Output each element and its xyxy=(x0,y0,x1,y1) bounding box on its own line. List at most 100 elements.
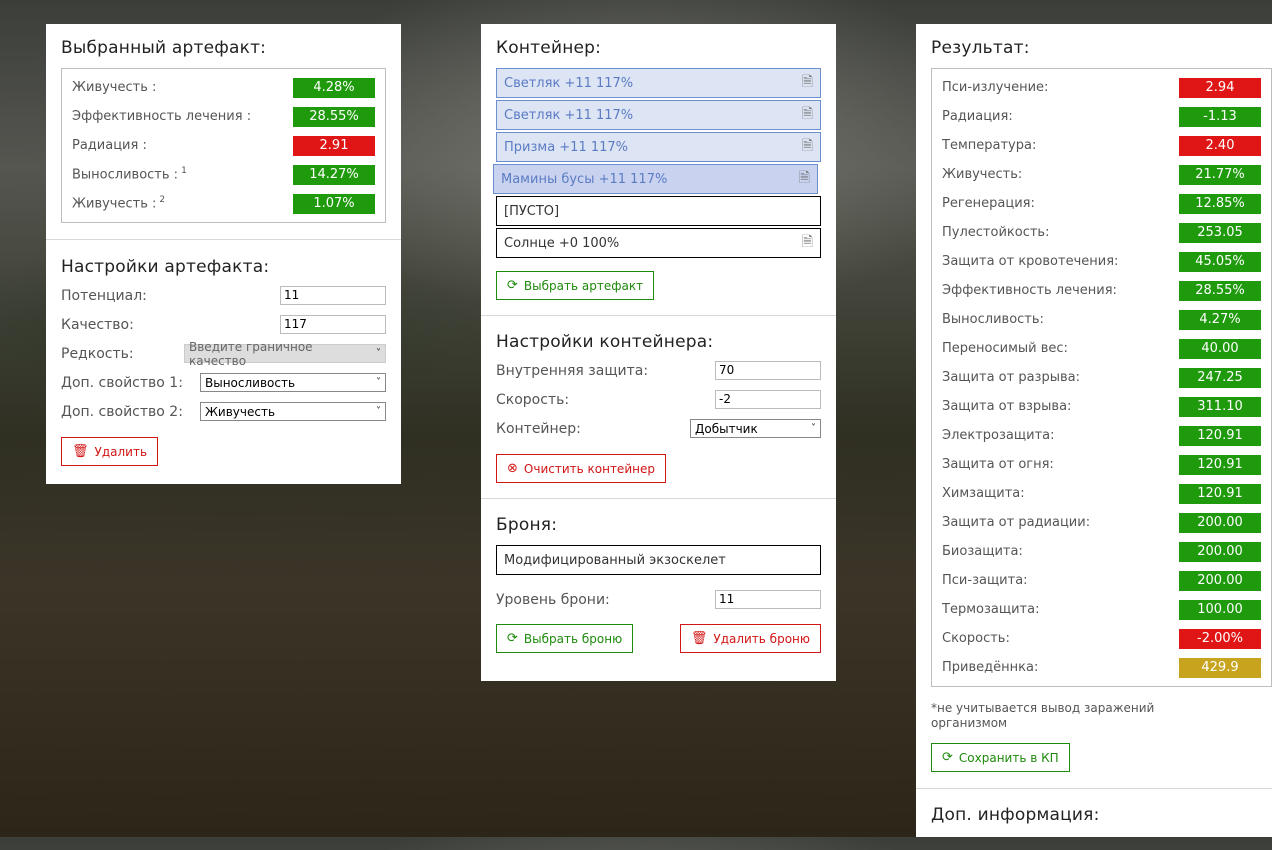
potential-input[interactable]: 11 xyxy=(280,286,386,305)
stat-row: Биозащита: 200.00 xyxy=(942,537,1261,566)
document-icon[interactable]: 🗎︎ xyxy=(802,71,813,95)
stat-value: 12.85% xyxy=(1179,193,1261,214)
stat-row: Выносливость :1 14.27% xyxy=(72,160,375,189)
container-slot[interactable]: Светляк +11 117% 🗎︎ xyxy=(496,68,821,98)
stat-row: Защита от огня: 120.91 xyxy=(942,450,1261,479)
result-panel: Результат: Пси-излучение: 2.94 Радиация: -1… xyxy=(916,24,1272,837)
stat-value: 21.77% xyxy=(1179,164,1261,185)
container-slot-empty[interactable]: [ПУСТО] xyxy=(496,196,821,226)
delete-artifact-button[interactable]: 🗑︎ Удалить xyxy=(61,437,159,466)
stat-row: Переносимый вес: 40.00 xyxy=(942,334,1261,363)
choose-artifact-button[interactable]: ⟳ Выбрать артефакт xyxy=(496,271,655,300)
document-icon[interactable]: 🗎︎ xyxy=(802,103,813,127)
armor-name-box: Модифицированный экзоскелет xyxy=(496,545,821,575)
stat-label: Радиация: xyxy=(942,109,1013,124)
stat-row: Регенерация: 12.85% xyxy=(942,189,1261,218)
stat-label: Эффективность лечения : xyxy=(72,109,252,124)
stat-row: Радиация : 2.91 xyxy=(72,131,375,160)
potential-row: Потенциал: 11 xyxy=(61,281,386,310)
rarity-select: Введите граничное качество ˅ xyxy=(184,340,386,368)
result-stats: Пси-излучение: 2.94 Радиация: -1.13 Температ… xyxy=(931,68,1272,687)
refresh-icon: ⟳ xyxy=(507,631,518,646)
stat-label: Переносимый вес: xyxy=(942,341,1068,356)
prop1-select[interactable]: Выносливость ˅ xyxy=(200,373,386,392)
stat-label: Термозащита: xyxy=(942,602,1040,617)
stat-label: Живучесть: xyxy=(942,167,1023,182)
prop2-select-value: Живучесть xyxy=(205,404,276,419)
prop1-select-value: Выносливость xyxy=(205,375,296,390)
slot-label: Светляк +11 117% xyxy=(504,75,634,91)
speed-input[interactable]: -2 xyxy=(715,390,821,409)
stat-row: Выносливость: 4.27% xyxy=(942,305,1261,334)
container-type-value: Добытчик xyxy=(695,421,758,436)
result-title: Результат: xyxy=(931,38,1030,58)
rarity-label: Редкость: xyxy=(61,345,134,362)
prop1-row: Доп. свойство 1: Выносливость ˅ xyxy=(61,368,386,397)
stat-row: Эффективность лечения : 28.55% xyxy=(72,102,375,131)
quality-label: Качество: xyxy=(61,316,134,333)
container-slot[interactable]: Солнце +0 100% 🗎︎ xyxy=(496,228,821,258)
stat-label: Электрозащита: xyxy=(942,428,1055,443)
selected-artifact-stats: Живучесть : 4.28% Эффективность лечения … xyxy=(61,68,386,223)
stat-row: Электрозащита: 120.91 xyxy=(942,421,1261,450)
stat-value: 2.40 xyxy=(1179,135,1261,156)
refresh-icon: ⟳ xyxy=(942,750,953,765)
container-type-select[interactable]: Добытчик ˅ xyxy=(690,419,821,438)
quality-input[interactable]: 117 xyxy=(280,315,386,334)
armor-title: Броня: xyxy=(496,515,558,535)
stat-label: Защита от огня: xyxy=(942,457,1054,472)
stat-label: Химзащита: xyxy=(942,486,1025,501)
stat-value: 45.05% xyxy=(1179,251,1261,272)
extra-info-section: Доп. информация: xyxy=(916,788,1272,850)
slot-label: Призма +11 117% xyxy=(504,139,629,155)
stat-value: 120.91 xyxy=(1179,483,1261,504)
clear-container-button[interactable]: ⊗ Очистить контейнер xyxy=(496,454,666,483)
document-icon[interactable]: 🗎︎ xyxy=(802,135,813,159)
clear-circle-icon: ⊗ xyxy=(507,461,518,476)
choose-artifact-label: Выбрать артефакт xyxy=(523,278,644,293)
slot-label: Солнце +0 100% xyxy=(504,235,620,251)
slot-label: Светляк +11 117% xyxy=(504,107,634,123)
stat-value: 429.9 xyxy=(1179,657,1261,678)
stat-row: Живучесть :2 1.07% xyxy=(72,189,375,218)
stat-label: Защита от взрыва: xyxy=(942,399,1072,414)
chevron-down-icon: ˅ xyxy=(376,377,381,388)
document-icon[interactable]: 🗎︎ xyxy=(802,231,813,255)
armor-level-row: Уровень брони: 11 xyxy=(496,585,821,614)
container-settings-section: Настройки контейнера: Внутренняя защита:… xyxy=(481,315,836,498)
stat-row: Термозащита: 100.00 xyxy=(942,595,1261,624)
save-to-kp-button[interactable]: ⟳ Сохранить в КП xyxy=(931,743,1070,772)
stat-label: Эффективность лечения: xyxy=(942,283,1117,298)
container-slot[interactable]: Светляк +11 117% 🗎︎ xyxy=(496,100,821,130)
armor-level-label: Уровень брони: xyxy=(496,591,610,608)
stat-row: Защита от взрыва: 311.10 xyxy=(942,392,1261,421)
prop2-select[interactable]: Живучесть ˅ xyxy=(200,402,386,421)
selected-artifact-panel: Выбранный артефакт: Живучесть : 4.28% Эф… xyxy=(46,24,401,484)
stat-label: Защита от кровотечения: xyxy=(942,254,1119,269)
stat-value: 120.91 xyxy=(1179,454,1261,475)
stat-value: 14.27% xyxy=(293,164,375,185)
stat-value: 1.07% xyxy=(293,193,375,214)
container-section: Контейнер: Светляк +11 117% 🗎︎ Светляк +… xyxy=(481,24,836,315)
stat-label: Пси-защита: xyxy=(942,573,1028,588)
container-slot-selected[interactable]: Мамины бусы +11 117% 🗎︎ xyxy=(493,164,818,194)
armor-level-input[interactable]: 11 xyxy=(715,590,821,609)
stat-value: 311.10 xyxy=(1179,396,1261,417)
protection-input[interactable]: 70 xyxy=(715,361,821,380)
stat-value: 200.00 xyxy=(1179,570,1261,591)
stat-row: Пси-излучение: 2.94 xyxy=(942,73,1261,102)
save-to-kp-label: Сохранить в КП xyxy=(958,750,1059,765)
stat-value: 120.91 xyxy=(1179,425,1261,446)
container-slot[interactable]: Призма +11 117% 🗎︎ xyxy=(496,132,821,162)
choose-armor-button[interactable]: ⟳ Выбрать броню xyxy=(496,624,634,653)
result-section: Результат: Пси-излучение: 2.94 Радиация: -1… xyxy=(916,24,1272,788)
document-icon[interactable]: 🗎︎ xyxy=(799,167,810,191)
rarity-select-value: Введите граничное качество xyxy=(189,339,313,368)
stat-label: Выносливость :1 xyxy=(72,166,187,183)
container-title: Контейнер: xyxy=(496,38,602,58)
stat-footnote: 2 xyxy=(159,195,166,206)
delete-armor-button[interactable]: 🗑︎ Удалить броню xyxy=(679,624,821,653)
stat-label: Радиация : xyxy=(72,138,147,153)
stat-row: Радиация: -1.13 xyxy=(942,102,1261,131)
container-type-row: Контейнер: Добытчик ˅ xyxy=(496,414,821,443)
